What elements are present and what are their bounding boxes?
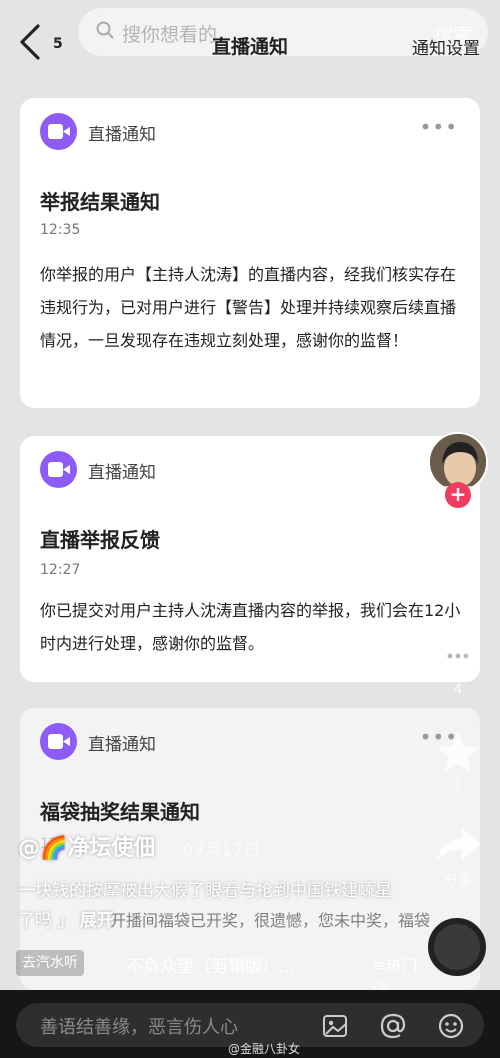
favorite-count: 1: [453, 778, 463, 794]
comment-count: 4: [453, 682, 463, 698]
follow-plus-button[interactable]: +: [445, 482, 471, 508]
live-camera-icon: [40, 451, 77, 488]
caption-line: 一块钱的按摩被出大假了眼看与抢到中国铁建嵊星: [18, 881, 392, 901]
heart-icon: [436, 538, 480, 576]
post-date: · 09月17日: [172, 841, 261, 861]
notification-settings-link[interactable]: 通知设置: [412, 34, 480, 59]
live-camera-icon: [40, 723, 77, 760]
music-title[interactable]: 不负众望（剪辑版）...: [126, 952, 295, 977]
more-options-icon[interactable]: •••: [420, 117, 458, 137]
video-caption[interactable]: 一块钱的按摩被出大假了眼看与抢到中国铁建嵊星 了吗 」 展开: [18, 876, 438, 936]
comment-button[interactable]: 4: [430, 638, 486, 698]
card-source-label: 直播通知: [88, 463, 156, 483]
card-title: 直播举报反馈: [40, 528, 160, 552]
author-name[interactable]: @🌈净坛使佃: [18, 830, 155, 862]
expand-button[interactable]: 展开: [80, 911, 114, 931]
card-body: 你举报的用户【主持人沈涛】的直播内容，经我们核实存在违规行为，已对用户进行【警告…: [40, 265, 457, 350]
video-tags: 去汽水听 不负众望（剪辑版）... ≡热门沾: [16, 950, 426, 999]
favorite-button[interactable]: 1: [430, 730, 486, 794]
comment-bubble-icon: [439, 641, 477, 676]
location-tag[interactable]: 去汽水听: [16, 950, 84, 976]
card-body: 你已提交对用户主持人沈涛直播内容的举报，我们会在12小时内进行处理，感谢你的监督…: [40, 601, 461, 653]
share-arrow-icon: [437, 828, 480, 862]
card-source-label: 直播通知: [88, 735, 156, 755]
mention-at-icon[interactable]: [380, 1013, 406, 1039]
comment-placeholder: 善语结善缘，恶言伤人心: [40, 1017, 238, 1038]
caption-line2: 了吗 」: [18, 911, 80, 931]
notification-card[interactable]: 直播通知 ••• 举报结果通知 12:35 你举报的用户【主持人沈涛】的直播内容…: [20, 98, 480, 408]
card-title: 福袋抽奖结果通知: [40, 800, 200, 824]
emoji-icon[interactable]: [438, 1013, 464, 1039]
watermark: @金融八卦女: [228, 1042, 301, 1056]
caption-line: 了吗 」 展开: [18, 906, 438, 936]
card-time: 12:27: [40, 562, 81, 578]
star-icon: [437, 732, 479, 772]
share-button[interactable]: 分享: [430, 826, 486, 890]
notification-card[interactable]: 直播通知 直播举报反馈 12:27 你已提交对用户主持人沈涛直播内容的举报，我们…: [20, 436, 480, 682]
card-time: 12:35: [40, 222, 81, 238]
like-count: 7: [453, 582, 463, 598]
share-label: 分享: [444, 873, 472, 889]
image-icon[interactable]: [322, 1013, 348, 1039]
like-button[interactable]: 7: [430, 536, 486, 598]
music-disc-icon[interactable]: [428, 918, 486, 976]
live-camera-icon: [40, 113, 77, 150]
card-source-label: 直播通知: [88, 125, 156, 145]
card-title: 举报结果通知: [40, 190, 160, 214]
